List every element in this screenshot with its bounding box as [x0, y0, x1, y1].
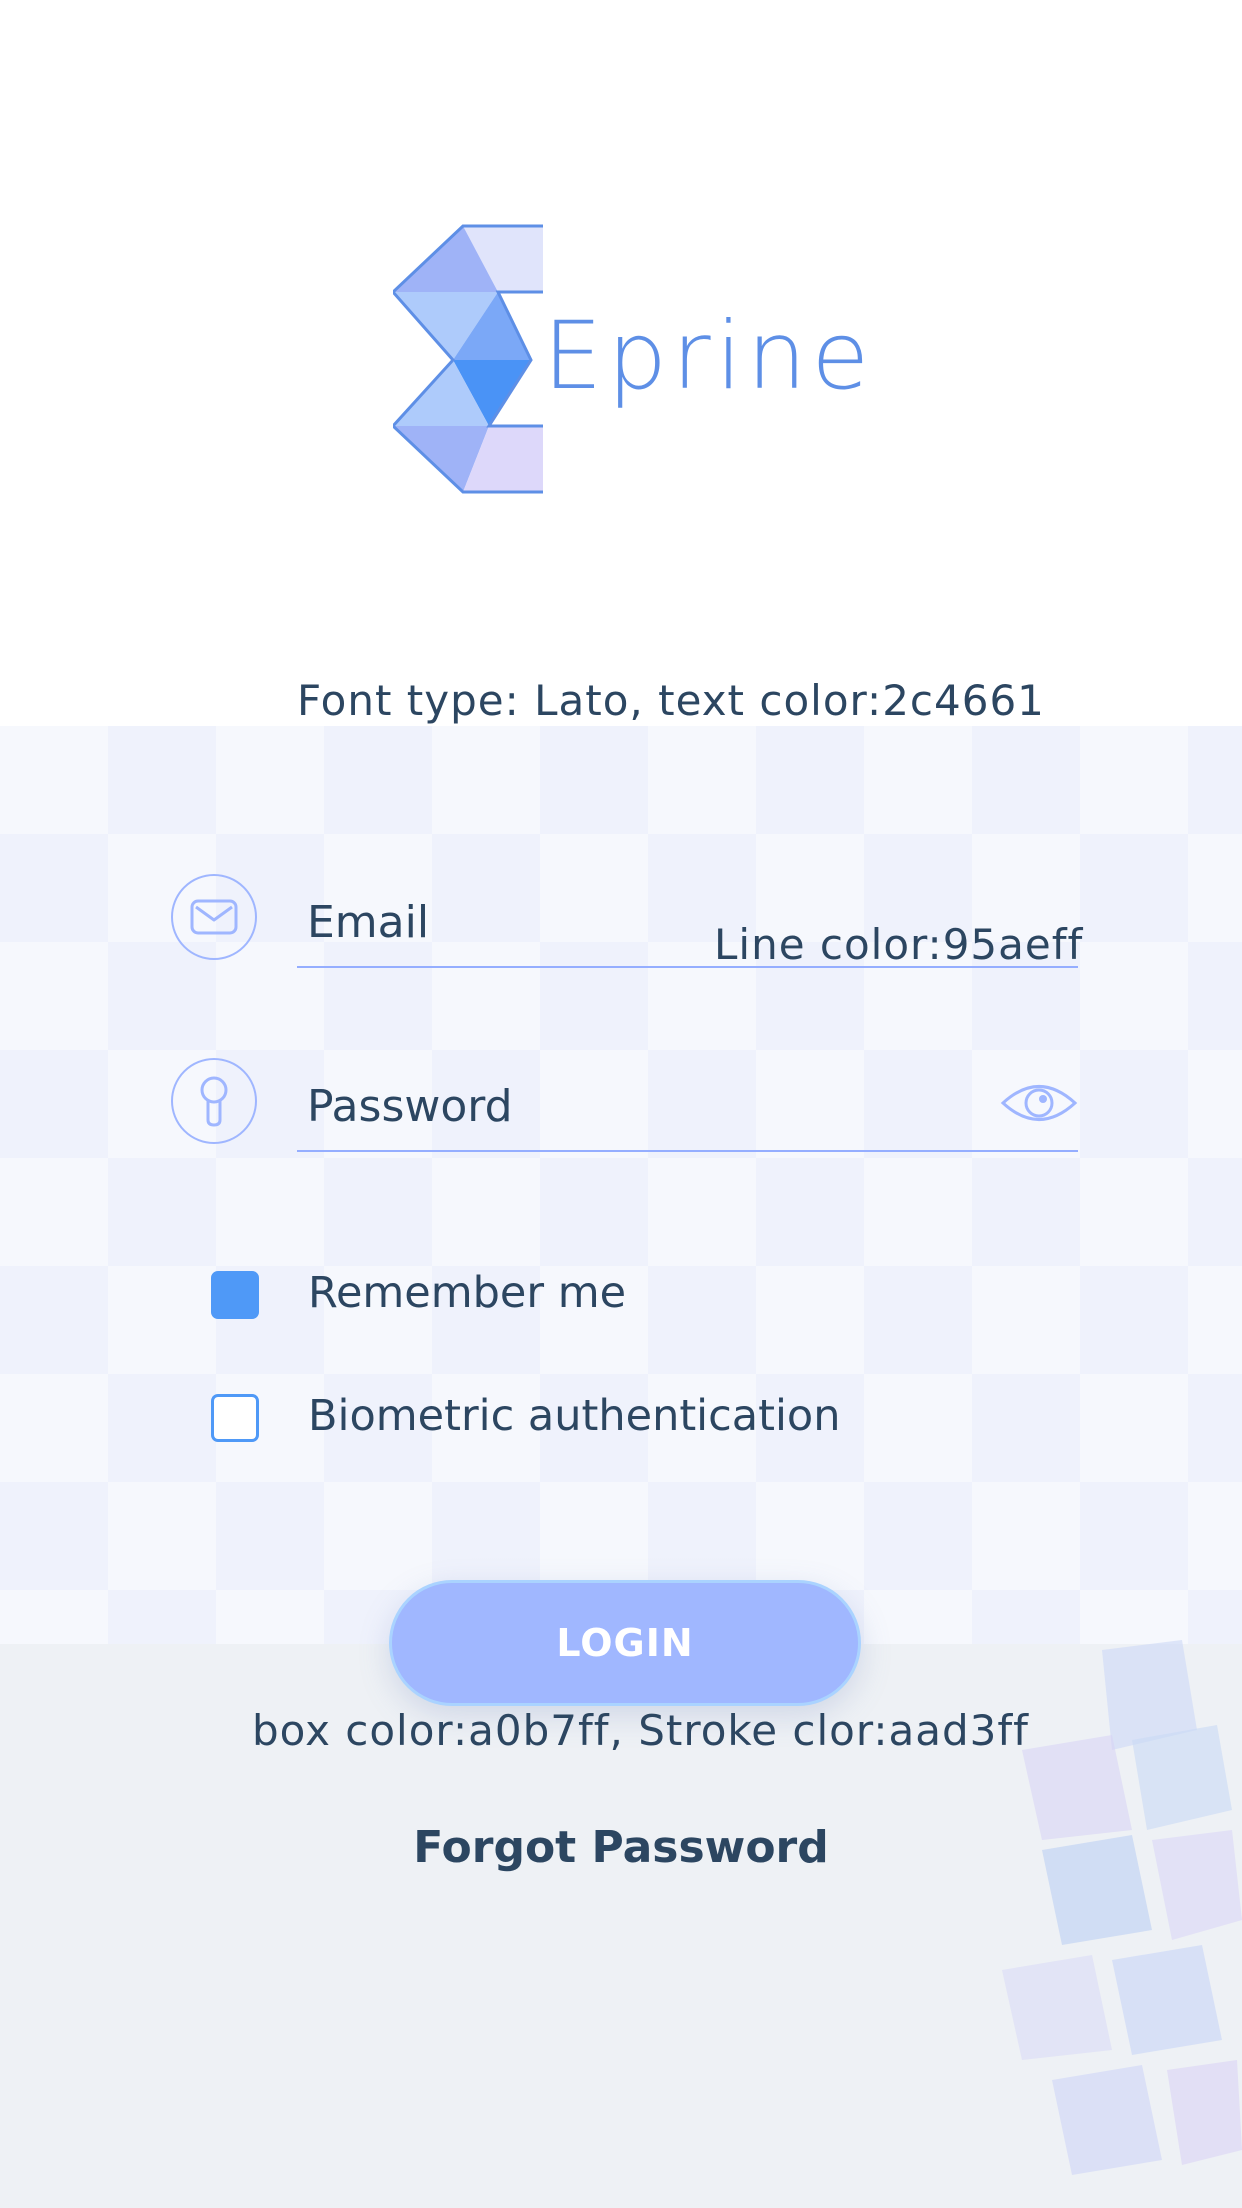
pattern-background — [0, 726, 1242, 1644]
button-color-annotation: box color:a0b7ff, Stroke clor:aad3ff — [252, 1706, 1029, 1755]
forgot-password-link[interactable]: Forgot Password — [0, 1822, 1242, 1873]
eye-icon[interactable] — [1000, 1078, 1078, 1128]
keyhole-icon — [171, 1058, 257, 1144]
password-input[interactable] — [307, 1072, 987, 1140]
login-button[interactable]: LOGIN — [389, 1580, 861, 1706]
logo-wordmark: Eprine — [543, 302, 875, 411]
remember-me-label: Remember me — [308, 1268, 627, 1318]
biometric-label: Biometric authentication — [308, 1391, 841, 1441]
eprine-logo: Eprine — [393, 224, 875, 494]
line-color-annotation: Line color:95aeff — [714, 920, 1084, 969]
biometric-checkbox[interactable] — [211, 1394, 259, 1442]
font-annotation: Font type: Lato, text color:2c4661 — [297, 676, 1045, 725]
logo-mark — [393, 224, 543, 494]
login-screen: Eprine Font type: Lato, text color:2c466… — [0, 0, 1242, 2208]
remember-me-checkbox[interactable] — [211, 1271, 259, 1319]
envelope-icon — [171, 874, 257, 960]
password-field[interactable] — [297, 1072, 1078, 1152]
